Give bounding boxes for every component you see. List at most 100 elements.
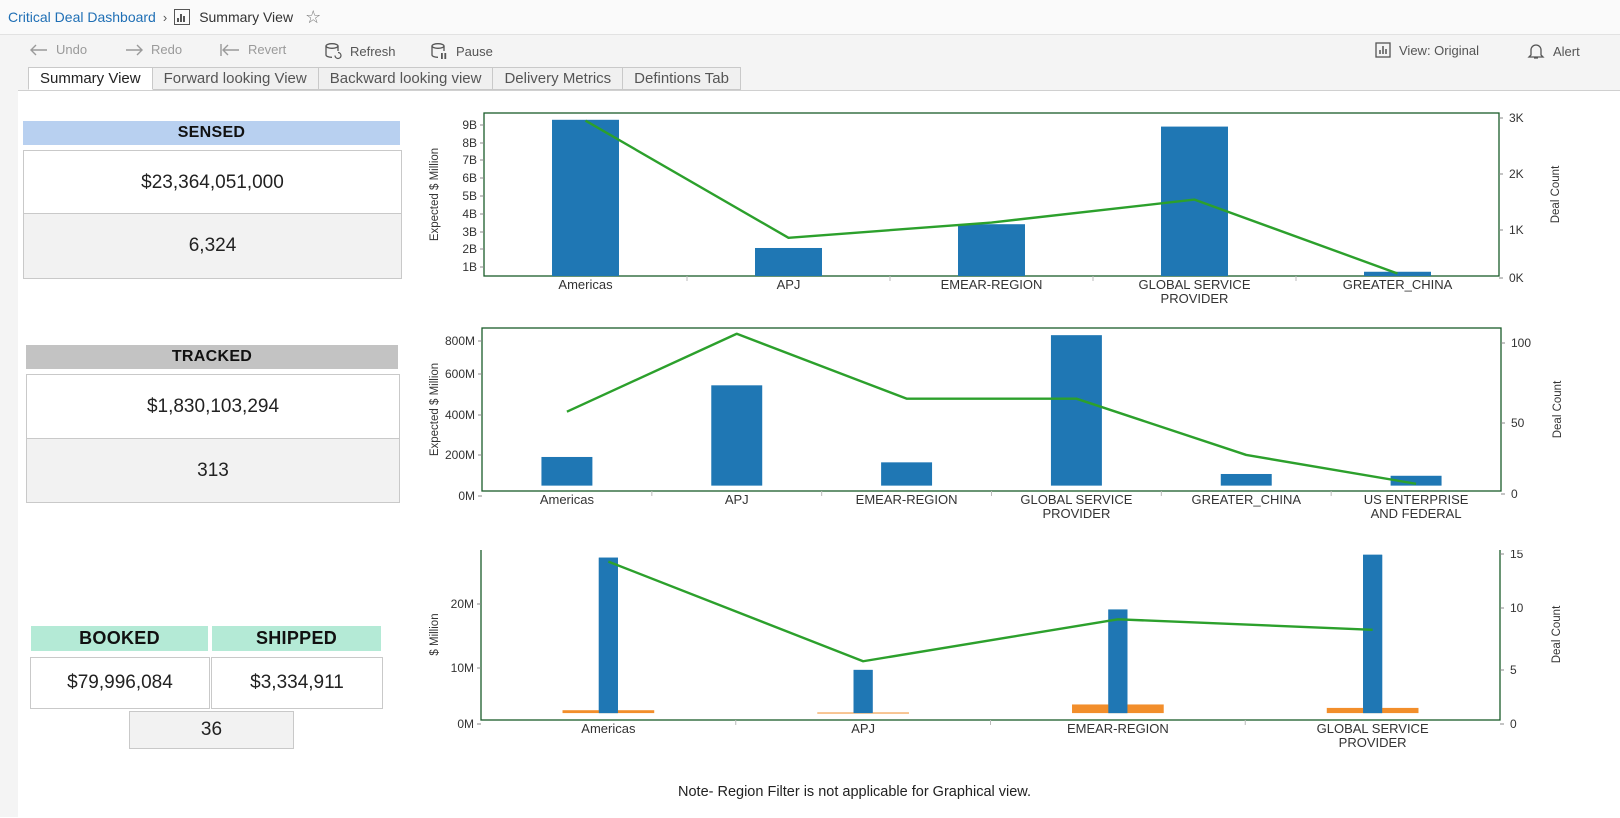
category-label-line: PROVIDER — [1339, 735, 1407, 750]
sensed-count: 6,324 — [23, 213, 402, 279]
y-right-tick-label: 15 — [1510, 550, 1524, 561]
refresh-label: Refresh — [350, 43, 396, 59]
y-right-tick-label: 3K — [1509, 111, 1524, 125]
tab-backward-looking-view[interactable]: Backward looking view — [318, 67, 494, 90]
category-label: GREATER_CHINA — [1343, 277, 1453, 292]
booked-shipped-region-chart: 0M 10M 20M 0 5 10 15 $ Million Deal Count America… — [429, 550, 1563, 750]
tab-definitions[interactable]: Defintions Tab — [623, 67, 741, 90]
refresh-button[interactable]: Refresh — [324, 42, 396, 60]
deal-count-line — [566, 332, 1417, 485]
y-tick-label: 2B — [462, 242, 477, 256]
y-right-tick-label: 0 — [1511, 487, 1518, 501]
pause-label: Pause — [456, 43, 493, 59]
alert-label: Alert — [1553, 43, 1580, 59]
category-label: Americas — [581, 721, 636, 736]
y-right-tick-label: 50 — [1511, 416, 1525, 430]
booked-amount: $79,996,084 — [30, 657, 210, 709]
view-tabs: Summary View Forward looking View Backwa… — [28, 67, 741, 90]
bar-chart-icon — [174, 9, 191, 25]
tab-summary-view[interactable]: Summary View — [28, 67, 153, 90]
sensed-amount: $23,364,051,000 — [23, 150, 402, 215]
tab-forward-looking-view[interactable]: Forward looking View — [152, 67, 319, 90]
y-right-tick-label: 2K — [1509, 167, 1524, 181]
category-label: APJ — [725, 492, 749, 507]
alert-button[interactable]: Alert — [1527, 42, 1580, 60]
y-tick-label: 8B — [462, 136, 477, 150]
y-right-tick-label: 10 — [1510, 601, 1524, 615]
blue-bar — [711, 385, 763, 486]
y-tick-label: 10M — [451, 661, 474, 675]
y-tick-label: 20M — [451, 597, 474, 611]
blue-bar — [881, 462, 933, 486]
plot-frame — [481, 327, 1502, 492]
view-chart-icon — [1375, 42, 1391, 58]
y-tick-label: 4B — [462, 207, 477, 221]
undo-icon — [30, 44, 47, 55]
plot-frame — [480, 550, 1501, 721]
category-label-line: PROVIDER — [1042, 506, 1110, 521]
breadcrumb-dashboard-link[interactable]: Critical Deal Dashboard — [8, 9, 156, 25]
category-label: EMEAR-REGION — [941, 277, 1043, 292]
blue-bar — [1220, 473, 1272, 486]
category-label-line: AND FEDERAL — [1371, 506, 1462, 521]
blue-bar — [755, 247, 822, 276]
category-label: EMEAR-REGION — [856, 492, 958, 507]
y-tick-label: 600M — [445, 367, 475, 381]
category-label: GLOBAL SERVICE PROVIDER — [1317, 721, 1429, 750]
y-axis-title: Expected $ Million — [429, 363, 441, 456]
y-right-axis-title: Deal Count — [1552, 380, 1564, 438]
blue-bar — [552, 119, 619, 277]
deal-count-line — [607, 560, 1373, 663]
blue-bar — [541, 456, 593, 486]
pause-button[interactable]: Pause — [430, 42, 493, 60]
y-tick-label: 7B — [462, 153, 477, 167]
y-tick-label: 800M — [445, 334, 475, 348]
category-label: EMEAR-REGION — [1067, 721, 1169, 736]
category-label: Americas — [540, 492, 595, 507]
y-tick-label: 200M — [445, 448, 475, 462]
revert-button[interactable]: Revert — [220, 42, 286, 57]
blue-bar — [853, 669, 873, 714]
y-right-tick-label: 5 — [1510, 663, 1517, 677]
category-label-line: GLOBAL SERVICE — [1317, 721, 1429, 736]
category-label-line: PROVIDER — [1161, 291, 1229, 306]
y-axis-title: Expected $ Million — [429, 148, 441, 241]
blue-bar — [1363, 554, 1383, 714]
y-axis-title: $ Million — [429, 613, 441, 655]
category-label: GLOBAL SERVICE PROVIDER — [1020, 492, 1132, 521]
category-label: US ENTERPRISE AND FEDERAL — [1364, 492, 1469, 521]
y-right-tick-label: 0 — [1510, 717, 1517, 731]
shipped-header: SHIPPED — [212, 626, 381, 651]
redo-icon — [126, 44, 143, 55]
redo-label: Redo — [151, 42, 183, 57]
booked-header: BOOKED — [31, 626, 208, 651]
y-tick-label: 3B — [462, 225, 477, 239]
category-label-line: US ENTERPRISE — [1364, 492, 1469, 507]
tab-delivery-metrics[interactable]: Delivery Metrics — [493, 67, 624, 90]
y-tick-label: 0M — [457, 717, 474, 731]
tracked-count: 313 — [26, 438, 400, 503]
sensed-region-chart: 1B 2B 3B 4B 5B 6B 7B 8B 9B 0K 1K 2K 3K Expected $ Mil… — [429, 111, 1562, 306]
y-right-tick-label: 1K — [1509, 223, 1524, 237]
y-tick-label: 5B — [462, 189, 477, 203]
view-original-label: View: Original — [1399, 42, 1479, 58]
view-original-button[interactable]: View: Original — [1375, 42, 1479, 58]
y-tick-label: 0M — [458, 489, 475, 503]
y-tick-label: 1B — [462, 260, 477, 274]
tracked-region-chart: 0M 200M 400M 600M 800M 0 50 100 Expected $ Milli… — [429, 327, 1564, 521]
y-tick-label: 6B — [462, 171, 477, 185]
breadcrumb-separator: › — [162, 9, 168, 25]
region-filter-note: Note- Region Filter is not applicable fo… — [678, 784, 1031, 800]
undo-button[interactable]: Undo — [30, 42, 87, 57]
category-label: APJ — [777, 277, 801, 292]
sensed-header: SENSED — [23, 121, 400, 145]
redo-button[interactable]: Redo — [125, 42, 182, 57]
revert-icon — [220, 43, 239, 56]
star-icon[interactable]: ☆ — [305, 8, 321, 26]
blue-bar — [598, 557, 618, 714]
breadcrumb-bar: Critical Deal Dashboard › Summary View ☆ — [0, 0, 1620, 35]
booked-count: 36 — [129, 711, 294, 749]
category-label-line: GLOBAL SERVICE — [1020, 492, 1132, 507]
database-pause-icon — [431, 43, 447, 59]
toolbar: Undo Redo Revert Refresh Pause View: Ori… — [0, 39, 1620, 65]
